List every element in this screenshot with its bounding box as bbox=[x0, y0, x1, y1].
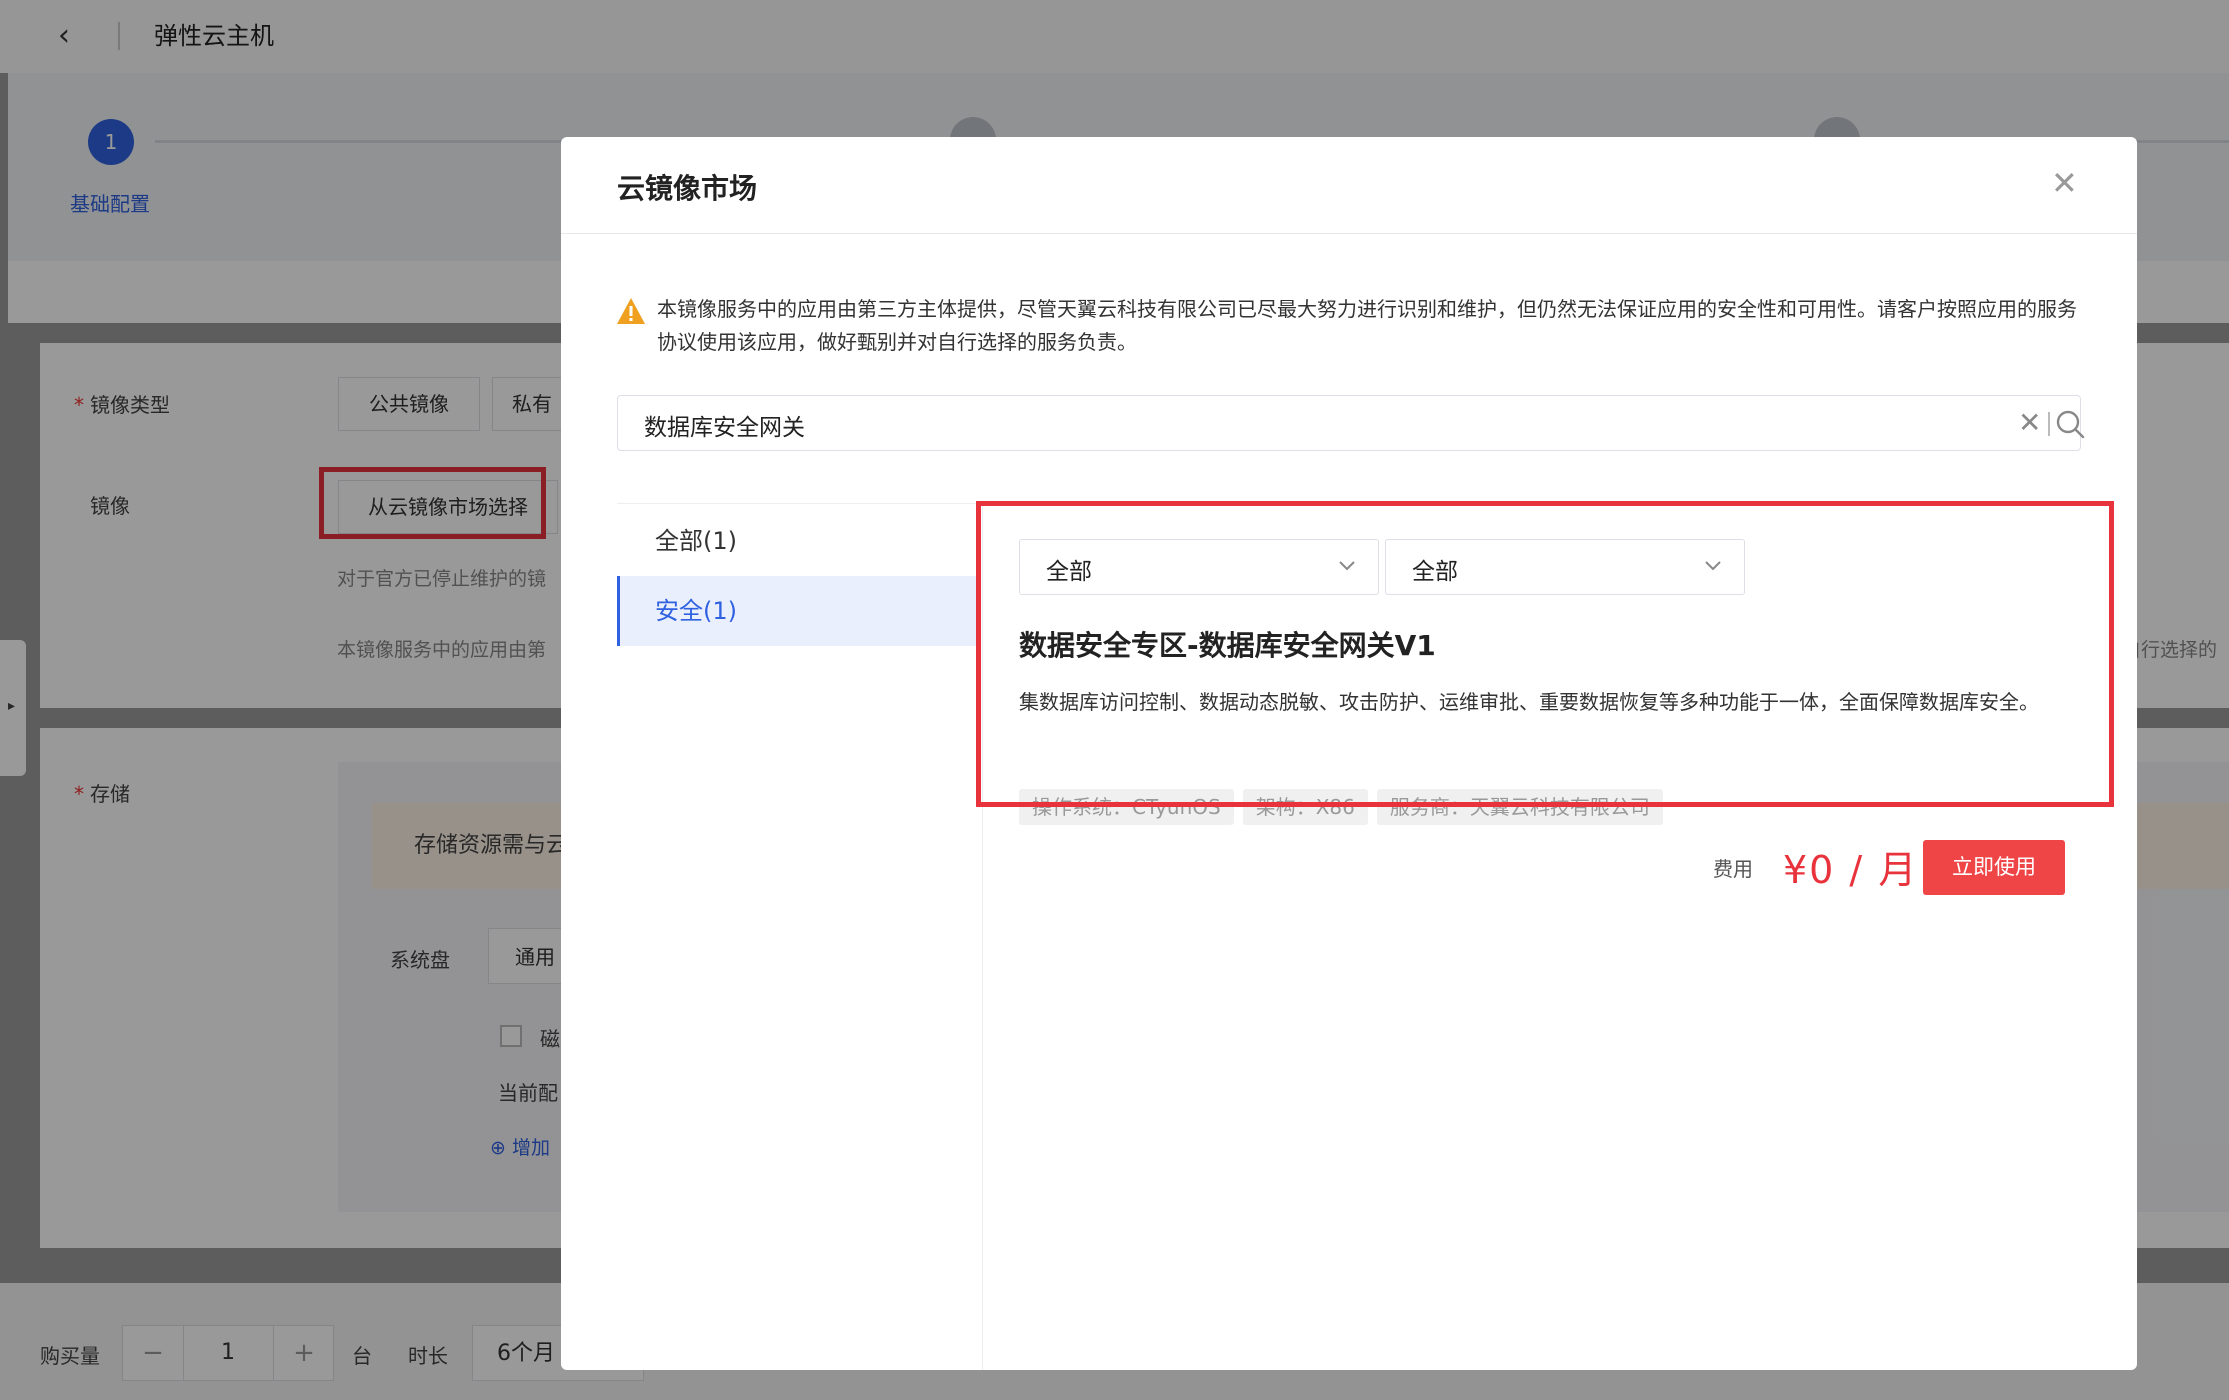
modal-warning-text: 本镜像服务中的应用由第三方主体提供，尽管天翼云科技有限公司已尽最大努力进行识别和… bbox=[657, 297, 2077, 354]
clear-icon[interactable]: ✕ bbox=[2018, 406, 2041, 440]
highlight-box-product-card bbox=[976, 501, 2114, 807]
modal-title: 云镜像市场 bbox=[617, 172, 758, 205]
search-icon[interactable] bbox=[2054, 408, 2086, 440]
fee-label: 费用 bbox=[1713, 857, 1753, 881]
image-market-modal: 云镜像市场 ✕ 本镜像服务中的应用由第三方主体提供，尽管天翼云科技有限公司已尽最… bbox=[561, 137, 2137, 1370]
category-all[interactable]: 全部(1) bbox=[617, 506, 977, 576]
close-icon[interactable]: ✕ bbox=[2051, 165, 2078, 201]
modal-divider bbox=[561, 233, 2137, 234]
use-now-button[interactable]: 立即使用 bbox=[1923, 840, 2065, 895]
search-input[interactable]: 数据库安全网关 bbox=[644, 408, 805, 442]
category-security[interactable]: 安全(1) bbox=[617, 576, 977, 646]
price: ¥0 / 月 bbox=[1783, 848, 1919, 892]
search-field[interactable]: 数据库安全网关 ✕ bbox=[617, 395, 2085, 451]
warning-icon bbox=[617, 298, 645, 324]
category-divider bbox=[617, 503, 977, 504]
search-separator bbox=[2048, 412, 2050, 436]
